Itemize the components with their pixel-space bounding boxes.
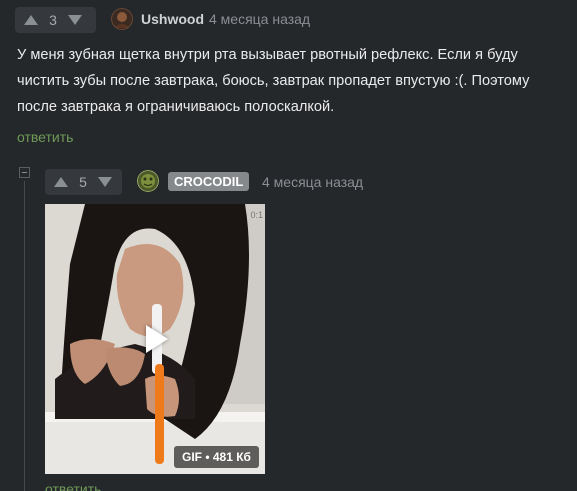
rating-widget: 5 [45, 169, 122, 195]
gif-media[interactable]: 0:1 GIF • 481 Кб [45, 204, 265, 474]
play-icon[interactable] [146, 325, 168, 353]
comment-body: У меня зубная щетка внутри рта вызывает … [17, 47, 530, 115]
rating-widget: 3 [15, 7, 96, 33]
rating-count: 3 [49, 12, 57, 28]
avatar[interactable] [137, 170, 159, 192]
gif-timecode: 0:1 [250, 210, 263, 220]
downvote-icon[interactable] [68, 15, 82, 25]
gif-size-badge: GIF • 481 Кб [174, 446, 259, 468]
downvote-icon[interactable] [98, 177, 112, 187]
username[interactable]: CROCODIL [168, 172, 250, 191]
upvote-icon[interactable] [24, 15, 38, 25]
reply-link[interactable]: ответить [17, 129, 73, 145]
rating-count: 5 [79, 174, 87, 190]
thread-line[interactable] [24, 181, 25, 491]
username[interactable]: Ushwood [141, 11, 204, 27]
upvote-icon[interactable] [54, 177, 68, 187]
comment-time[interactable]: 4 месяца назад [209, 11, 310, 27]
comment-time[interactable]: 4 месяца назад [262, 174, 363, 190]
comments-page: 3 Ushwood 4 месяца назад У меня зубная щ… [0, 0, 577, 491]
avatar[interactable] [111, 8, 133, 30]
reply-link[interactable]: ответить [45, 481, 101, 491]
collapse-icon[interactable] [19, 167, 30, 178]
